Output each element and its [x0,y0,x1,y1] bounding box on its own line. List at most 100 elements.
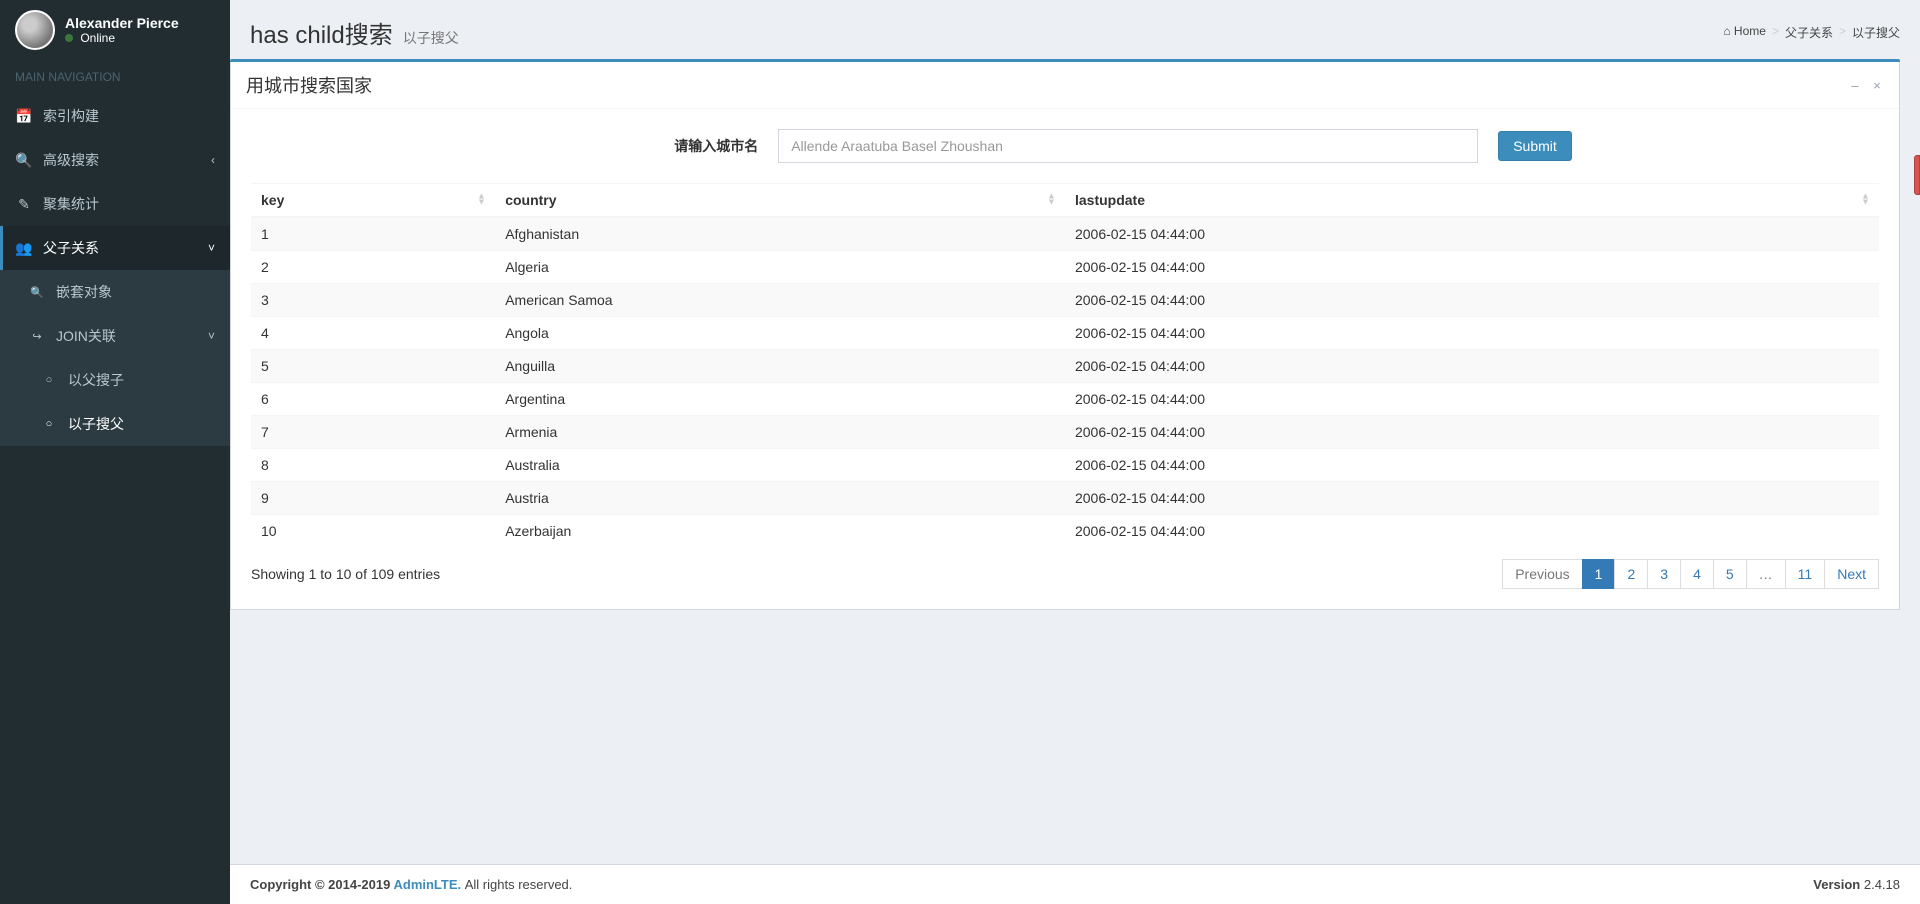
cell-lastupdate: 2006-02-15 04:44:00 [1065,383,1879,416]
cell-key: 4 [251,317,495,350]
table-row: 7Armenia2006-02-15 04:44:00 [251,416,1879,449]
circle-icon: ○ [40,374,58,386]
sidebar-subitem[interactable]: ↪JOIN关联˅ [0,314,230,358]
content-wrap: has child搜索 以子搜父 ⌂ Home > 父子关系 > 以子搜父 用城… [230,0,1920,904]
home-icon: ⌂ [1723,24,1730,38]
page-prev[interactable]: Previous [1502,559,1582,589]
cell-key: 7 [251,416,495,449]
sidebar-item[interactable]: ✎ 聚集统计 [0,182,230,226]
subtitle-text: 以子搜父 [403,28,459,48]
results-table: keycountrylastupdate 1Afghanistan2006-02… [251,183,1879,547]
chevron-icon: ‹ [211,153,215,167]
column-header[interactable]: country [495,184,1065,218]
search-form: 请输入城市名 Submit [251,129,1879,163]
search-icon: 🔍 [28,286,46,299]
page-next[interactable]: Next [1824,559,1879,589]
content-header: has child搜索 以子搜父 ⌂ Home > 父子关系 > 以子搜父 [230,0,1920,55]
breadcrumb-mid[interactable]: 父子关系 [1785,24,1833,41]
page-number[interactable]: 2 [1614,559,1648,589]
submit-button[interactable]: Submit [1498,131,1572,161]
box: 用城市搜索国家 – × 请输入城市名 Submit keycountrylast… [230,62,1900,610]
cell-country: Argentina [495,383,1065,416]
cell-lastupdate: 2006-02-15 04:44:00 [1065,350,1879,383]
sidebar-item-label: 嵌套对象 [56,282,112,302]
footer: Copyright © 2014-2019 AdminLTE. All righ… [230,864,1920,904]
sidebar-item-label: 以子搜父 [68,414,124,434]
city-input[interactable] [778,129,1478,163]
box-body: 请输入城市名 Submit keycountrylastupdate 1Afgh… [231,109,1899,609]
sidebar-item[interactable]: 👥父子关系˅ [0,226,230,270]
column-header[interactable]: lastupdate [1065,184,1879,218]
sort-icon [476,192,487,206]
cell-lastupdate: 2006-02-15 04:44:00 [1065,416,1879,449]
breadcrumb: ⌂ Home > 父子关系 > 以子搜父 [1723,24,1900,41]
separator: > [1839,24,1846,41]
page-number[interactable]: 1 [1582,559,1616,589]
page-number[interactable]: 11 [1785,559,1826,589]
cell-lastupdate: 2006-02-15 04:44:00 [1065,449,1879,482]
table-row: 5Anguilla2006-02-15 04:44:00 [251,350,1879,383]
sort-icon [1046,192,1057,206]
cell-lastupdate: 2006-02-15 04:44:00 [1065,515,1879,548]
cell-country: Angola [495,317,1065,350]
breadcrumb-leaf: 以子搜父 [1852,24,1900,41]
cell-country: Australia [495,449,1065,482]
cell-key: 2 [251,251,495,284]
search-icon: 🔍 [15,152,33,169]
table-row: 9Austria2006-02-15 04:44:00 [251,482,1879,515]
link-icon: ↪ [28,330,46,343]
calendar-icon: 📅 [15,108,33,125]
content-main: 用城市搜索国家 – × 请输入城市名 Submit keycountrylast… [230,55,1920,864]
sidebar-item-label: 索引构建 [43,106,99,126]
pagination: Previous12345…11Next [1503,559,1879,589]
sidebar-header: MAIN NAVIGATION [0,60,230,94]
cell-lastupdate: 2006-02-15 04:44:00 [1065,251,1879,284]
cell-country: Austria [495,482,1065,515]
table-row: 10Azerbaijan2006-02-15 04:44:00 [251,515,1879,548]
user-status-text: Online [80,31,115,45]
table-footer: Showing 1 to 10 of 109 entries Previous1… [251,547,1879,589]
sidebar-subitem[interactable]: 🔍 嵌套对象 [0,270,230,314]
cell-lastupdate: 2006-02-15 04:44:00 [1065,482,1879,515]
box-title: 用城市搜索国家 [246,72,372,98]
user-name: Alexander Pierce [65,15,179,31]
sidebar-item[interactable]: 📅 索引构建 [0,94,230,138]
minimize-button[interactable]: – [1848,78,1862,93]
page-number[interactable]: 3 [1647,559,1681,589]
sidebar-item-label: 以父搜子 [68,370,124,390]
sidebar-item[interactable]: 🔍高级搜索‹ [0,138,230,182]
page-number[interactable]: 4 [1680,559,1714,589]
cell-key: 8 [251,449,495,482]
cell-country: Azerbaijan [495,515,1065,548]
table-row: 2Algeria2006-02-15 04:44:00 [251,251,1879,284]
breadcrumb-home[interactable]: ⌂ Home [1723,24,1766,41]
users-icon: 👥 [15,240,33,257]
sidebar-subsubitem[interactable]: ○以子搜父 [0,402,230,446]
sidebar-item-label: 聚集统计 [43,194,99,214]
sidebar-subsubitem[interactable]: ○ 以父搜子 [0,358,230,402]
page-ellipsis: … [1746,559,1786,589]
chevron-icon: ˅ [208,329,215,343]
version: Version 2.4.18 [1813,877,1900,892]
page-number[interactable]: 5 [1713,559,1747,589]
box-tools: – × [1848,78,1884,93]
cell-key: 6 [251,383,495,416]
brand-link[interactable]: AdminLTE. [393,877,461,892]
separator: > [1772,24,1779,41]
cell-lastupdate: 2006-02-15 04:44:00 [1065,317,1879,350]
right-edge-widget[interactable] [1914,155,1920,195]
avatar[interactable] [15,10,55,50]
edit-icon: ✎ [15,196,33,213]
column-header[interactable]: key [251,184,495,218]
copyright: Copyright © 2014-2019 AdminLTE. All righ… [250,877,572,892]
table-row: 3American Samoa2006-02-15 04:44:00 [251,284,1879,317]
user-status: Online [65,31,179,45]
cell-key: 10 [251,515,495,548]
sidebar: Alexander Pierce Online MAIN NAVIGATION … [0,0,230,904]
table-row: 6Argentina2006-02-15 04:44:00 [251,383,1879,416]
table-row: 4Angola2006-02-15 04:44:00 [251,317,1879,350]
cell-country: American Samoa [495,284,1065,317]
cell-key: 5 [251,350,495,383]
close-button[interactable]: × [1870,78,1884,93]
table-info: Showing 1 to 10 of 109 entries [251,566,440,582]
